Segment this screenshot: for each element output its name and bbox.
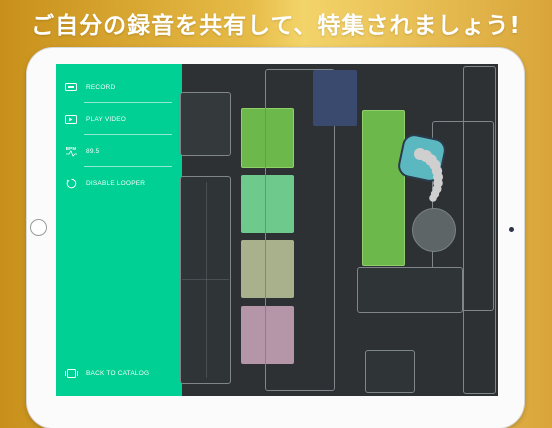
- gesture-trail: [414, 148, 443, 202]
- home-button[interactable]: [30, 219, 47, 236]
- looper-grid: [180, 64, 498, 396]
- play-video-label: PLAY VIDEO: [86, 115, 127, 123]
- play-video-icon: [64, 112, 78, 126]
- disable-looper-label: DISABLE LOOPER: [86, 179, 146, 187]
- sidebar-menu: RECORD PLAY VIDEO BPM 89.5 DISABLE LOOPE…: [56, 64, 182, 396]
- menu-divider: [84, 134, 172, 135]
- loop-pad-navy[interactable]: [313, 70, 357, 126]
- bpm-control[interactable]: BPM 89.5: [64, 142, 174, 160]
- back-to-catalog-label: BACK TO CATALOG: [86, 369, 150, 377]
- catalog-icon: [64, 366, 78, 380]
- loop-slot[interactable]: [357, 267, 463, 313]
- grid-line: [182, 279, 229, 280]
- record-button[interactable]: RECORD: [64, 78, 174, 96]
- menu-divider: [84, 166, 172, 167]
- menu-divider: [84, 102, 172, 103]
- loop-slot[interactable]: [365, 350, 415, 393]
- disable-looper-button[interactable]: DISABLE LOOPER: [64, 174, 174, 192]
- promo-headline: ご自分の録音を共有して、特集されましょう!: [31, 13, 521, 39]
- record-label: RECORD: [86, 83, 116, 91]
- back-to-catalog-button[interactable]: BACK TO CATALOG: [64, 364, 174, 382]
- play-video-button[interactable]: PLAY VIDEO: [64, 110, 174, 128]
- gesture-marker[interactable]: [412, 208, 456, 252]
- bpm-value: 89.5: [86, 147, 100, 155]
- record-icon: [64, 80, 78, 94]
- app-screen: RECORD PLAY VIDEO BPM 89.5 DISABLE LOOPE…: [56, 64, 498, 396]
- loop-slot[interactable]: [180, 92, 231, 156]
- bpm-icon: BPM: [64, 144, 78, 158]
- front-camera: [509, 227, 514, 232]
- looper-icon: [64, 176, 78, 190]
- grid-line: [206, 182, 207, 378]
- loop-pad-green-tall[interactable]: [362, 110, 405, 266]
